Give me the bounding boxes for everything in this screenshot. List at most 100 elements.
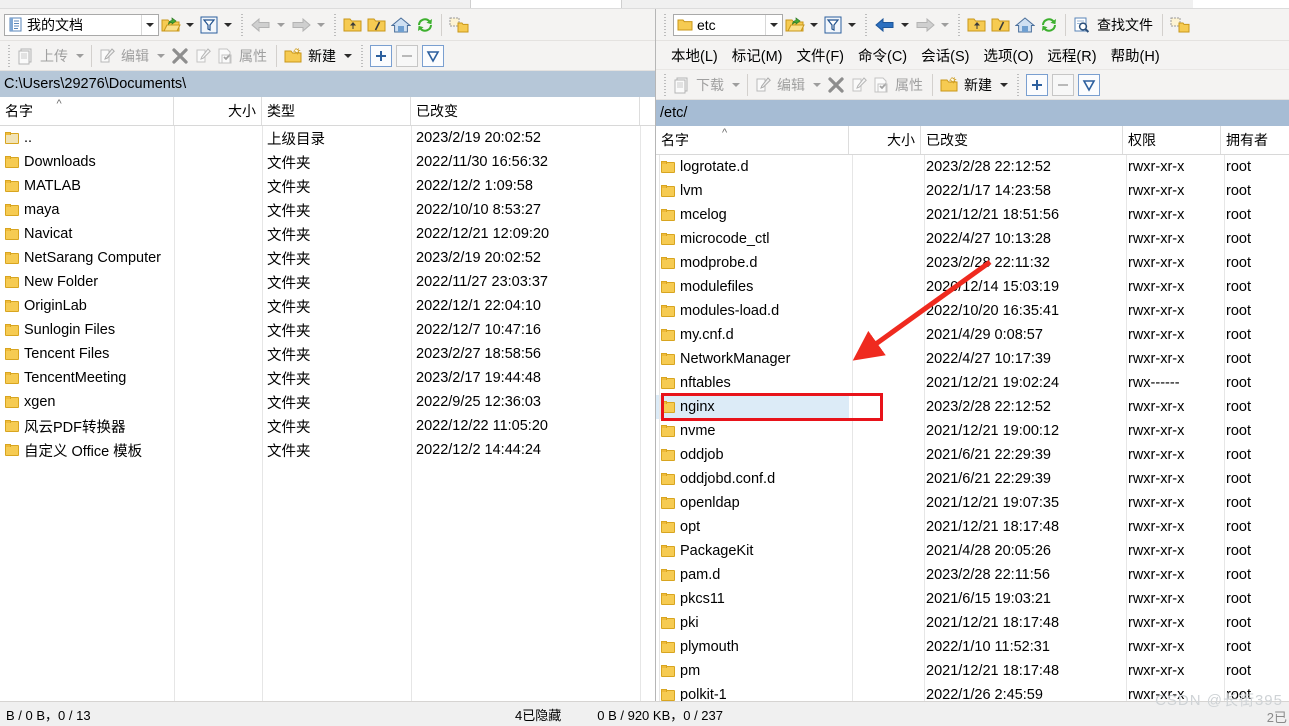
file-row[interactable]: Sunlogin Files 文件夹 2022/12/7 10:47:16 [0, 318, 655, 342]
file-row[interactable]: my.cnf.d 2021/4/29 0:08:57 rwxr-xr-x root [656, 323, 1289, 347]
menu-item-4[interactable]: 会话(S) [914, 43, 976, 68]
chevron-down-icon[interactable] [141, 14, 158, 35]
local-home-button[interactable] [389, 12, 413, 38]
file-row[interactable]: modulefiles 2020/12/14 15:03:19 rwxr-xr-x r… [656, 275, 1289, 299]
new-dropdown[interactable] [341, 43, 355, 69]
menu-item-5[interactable]: 选项(O) [976, 43, 1040, 68]
file-row[interactable]: nftables 2021/12/21 19:02:24 rwx------ root [656, 371, 1289, 395]
remote-back-dropdown[interactable] [898, 12, 912, 38]
remote-open-directory-button[interactable] [783, 12, 807, 38]
file-row[interactable]: NetworkManager 2022/4/27 10:17:39 rwxr-xr-… [656, 347, 1289, 371]
toolbar2-grip[interactable] [5, 44, 12, 67]
remote-file-list[interactable]: logrotate.d 2023/2/28 22:12:52 rwxr-xr-x ro… [656, 155, 1289, 701]
remote-filter-button[interactable] [821, 12, 845, 38]
file-row[interactable]: 风云PDF转换器 文件夹 2022/12/22 11:05:20 [0, 414, 655, 438]
local-refresh-button[interactable] [413, 12, 437, 38]
local-address-bar[interactable]: C:\Users\29276\Documents\ [0, 71, 655, 97]
file-row[interactable]: pam.d 2023/2/28 22:11:56 rwxr-xr-x root [656, 563, 1289, 587]
column-header-type[interactable]: 类型 [262, 97, 411, 125]
remote-root-directory-button[interactable] [989, 12, 1013, 38]
toolbar-grip-2[interactable] [331, 13, 338, 36]
file-row[interactable]: nvme 2021/12/21 19:00:12 rwxr-xr-x root [656, 419, 1289, 443]
session-tab[interactable] [470, 0, 622, 8]
remote-select-add-button[interactable] [1026, 73, 1048, 96]
remote-toolbar2-grip[interactable] [661, 73, 668, 96]
local-root-directory-button[interactable] [365, 12, 389, 38]
column-header-size[interactable]: 大小 [174, 97, 262, 125]
file-row[interactable]: mcelog 2021/12/21 18:51:56 rwxr-xr-x root [656, 203, 1289, 227]
file-row[interactable]: nginx 2023/2/28 22:12:52 rwxr-xr-x root [656, 395, 1289, 419]
local-filter-dropdown[interactable] [221, 12, 235, 38]
file-row[interactable]: 自定义 Office 模板 文件夹 2022/12/2 14:44:24 [0, 438, 655, 462]
local-filter-button[interactable] [197, 12, 221, 38]
file-row[interactable]: opt 2021/12/21 18:17:48 rwxr-xr-x root [656, 515, 1289, 539]
file-row[interactable]: .. 上级目录 2023/2/19 20:02:52 [0, 126, 655, 150]
column-header-size[interactable]: 大小 [849, 126, 921, 154]
menu-item-1[interactable]: 标记(M) [725, 43, 790, 68]
remote-new-button[interactable]: 新建 [937, 72, 997, 98]
remote-chevron-down-icon[interactable] [765, 14, 782, 35]
remote-refresh-button[interactable] [1037, 12, 1061, 38]
file-row[interactable]: Tencent Files 文件夹 2023/2/27 18:58:56 [0, 342, 655, 366]
local-bookmark-button[interactable] [446, 12, 472, 38]
file-row[interactable]: oddjobd.conf.d 2021/6/21 22:29:39 rwxr-xr-… [656, 467, 1289, 491]
file-row[interactable]: modules-load.d 2022/10/20 16:35:41 rwxr-xr… [656, 299, 1289, 323]
column-header-rights[interactable]: 权限 [1123, 126, 1221, 154]
file-row[interactable]: PackageKit 2021/4/28 20:05:26 rwxr-xr-x roo… [656, 539, 1289, 563]
file-row[interactable]: lvm 2022/1/17 14:23:58 rwxr-xr-x root [656, 179, 1289, 203]
file-row[interactable]: Navicat 文件夹 2022/12/21 12:09:20 [0, 222, 655, 246]
file-row[interactable]: oddjob 2021/6/21 22:29:39 rwxr-xr-x root [656, 443, 1289, 467]
remote-toolbar-grip-3[interactable] [955, 13, 962, 36]
local-open-dir-dropdown[interactable] [183, 12, 197, 38]
file-row[interactable]: MATLAB 文件夹 2022/12/2 1:09:58 [0, 174, 655, 198]
file-row[interactable]: Downloads 文件夹 2022/11/30 16:56:32 [0, 150, 655, 174]
toolbar-grip[interactable] [238, 13, 245, 36]
menu-item-6[interactable]: 远程(R) [1040, 43, 1103, 68]
file-row[interactable]: pkcs11 2021/6/15 19:03:21 rwxr-xr-x root [656, 587, 1289, 611]
file-row[interactable]: TencentMeeting 文件夹 2023/2/17 19:44:48 [0, 366, 655, 390]
menu-item-0[interactable]: 本地(L) [664, 43, 725, 68]
remote-parent-directory-button[interactable] [965, 12, 989, 38]
column-header-owner[interactable]: 拥有者 [1221, 126, 1289, 154]
local-drive-combo[interactable]: 我的文档 [4, 13, 159, 36]
toolbar2-grip-2[interactable] [358, 44, 365, 67]
file-row[interactable]: pm 2021/12/21 18:17:48 rwxr-xr-x root [656, 659, 1289, 683]
remote-home-button[interactable] [1013, 12, 1037, 38]
remote-dir-combo[interactable]: etc [673, 13, 783, 36]
menu-item-2[interactable]: 文件(F) [789, 43, 851, 68]
select-add-button[interactable] [370, 44, 392, 67]
file-row[interactable]: xgen 文件夹 2022/9/25 12:36:03 [0, 390, 655, 414]
column-header-name[interactable]: 名字 ^ [0, 97, 174, 125]
window-controls[interactable] [1193, 0, 1289, 8]
remote-toolbar2-grip-2[interactable] [1014, 73, 1021, 96]
remote-toolbar-grip-2[interactable] [862, 13, 869, 36]
local-file-list[interactable]: .. 上级目录 2023/2/19 20:02:52 Downloads 文件夹 2022… [0, 126, 655, 701]
find-files-button[interactable]: 查找文件 [1070, 12, 1158, 38]
remote-toolbar-grip[interactable] [661, 13, 668, 36]
file-row[interactable]: NetSarang Computer 文件夹 2023/2/19 20:02:52 [0, 246, 655, 270]
remote-back-button[interactable] [872, 12, 898, 38]
remote-open-dir-dropdown[interactable] [807, 12, 821, 38]
remote-address-bar[interactable]: /etc/ [656, 100, 1289, 126]
file-row[interactable]: polkit-1 2022/1/26 2:45:59 rwxr-xr-x root [656, 683, 1289, 701]
local-open-directory-button[interactable] [159, 12, 183, 38]
file-row[interactable]: maya 文件夹 2022/10/10 8:53:27 [0, 198, 655, 222]
remote-bookmark-button[interactable] [1167, 12, 1193, 38]
remote-select-mask-button[interactable] [1078, 73, 1100, 96]
remote-new-dropdown[interactable] [997, 72, 1011, 98]
column-header-name[interactable]: 名字 ^ [656, 126, 849, 154]
file-row[interactable]: OriginLab 文件夹 2022/12/1 22:04:10 [0, 294, 655, 318]
menu-item-7[interactable]: 帮助(H) [1104, 43, 1167, 68]
file-row[interactable]: openldap 2021/12/21 19:07:35 rwxr-xr-x root [656, 491, 1289, 515]
file-row[interactable]: plymouth 2022/1/10 11:52:31 rwxr-xr-x root [656, 635, 1289, 659]
column-header-changed[interactable]: 已改变 [411, 97, 640, 125]
file-row[interactable]: modprobe.d 2023/2/28 22:11:32 rwxr-xr-x roo… [656, 251, 1289, 275]
file-row[interactable]: New Folder 文件夹 2022/11/27 23:03:37 [0, 270, 655, 294]
column-header-changed[interactable]: 已改变 [921, 126, 1123, 154]
select-mask-button[interactable] [422, 44, 444, 67]
menu-item-3[interactable]: 命令(C) [851, 43, 914, 68]
local-parent-directory-button[interactable] [341, 12, 365, 38]
file-row[interactable]: pki 2021/12/21 18:17:48 rwxr-xr-x root [656, 611, 1289, 635]
file-row[interactable]: microcode_ctl 2022/4/27 10:13:28 rwxr-xr-x… [656, 227, 1289, 251]
remote-filter-dropdown[interactable] [845, 12, 859, 38]
